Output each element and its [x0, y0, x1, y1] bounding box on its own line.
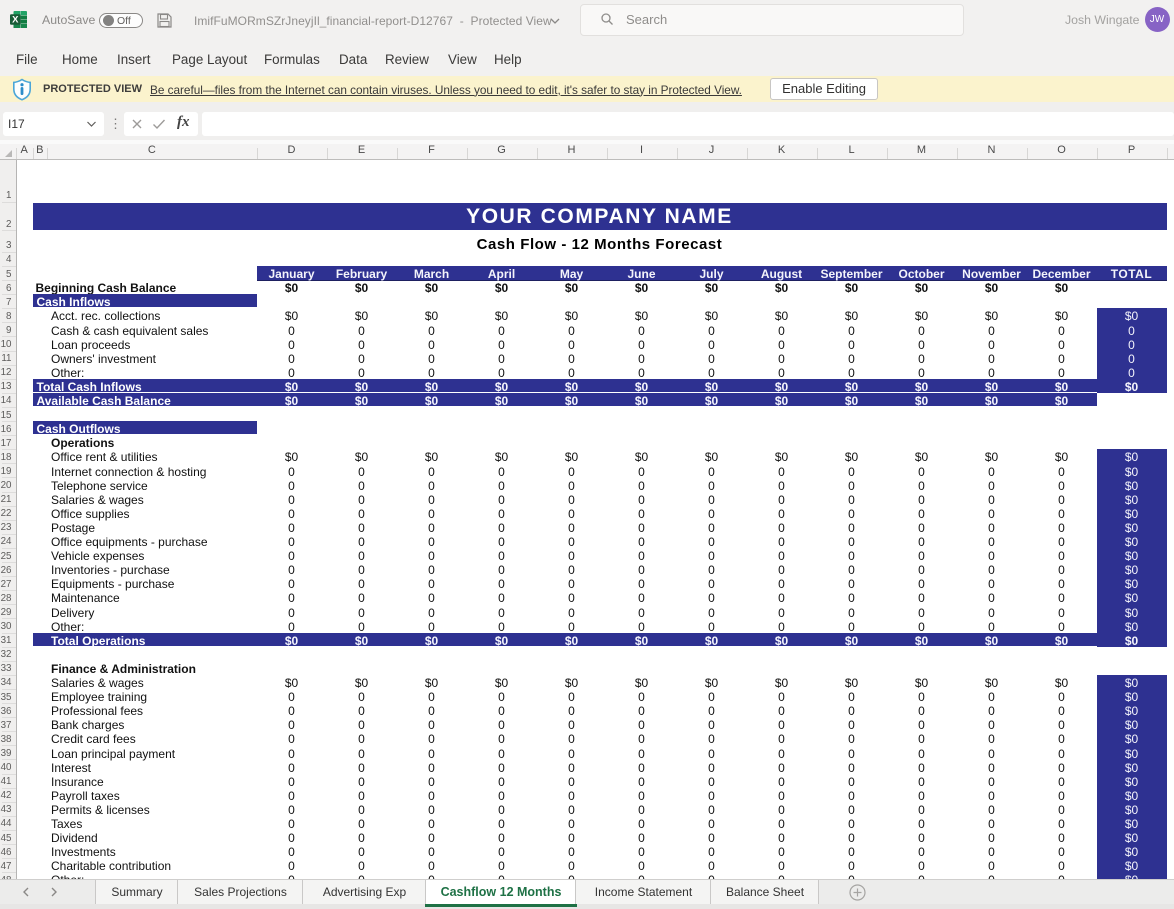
svg-text:X: X: [12, 15, 19, 26]
